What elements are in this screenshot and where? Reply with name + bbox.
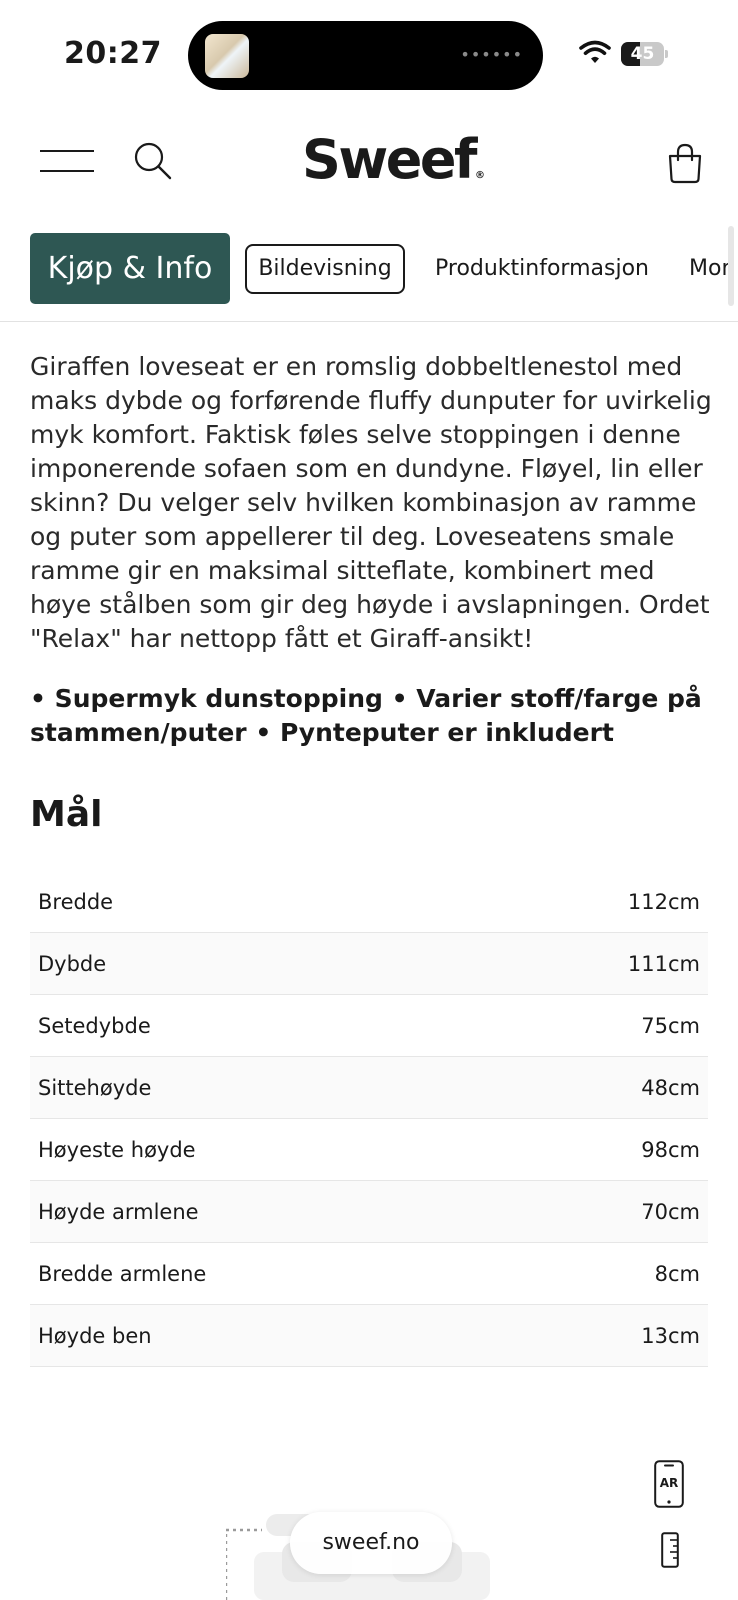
dimension-value: 70cm [641,1200,700,1224]
tab-bildevisning[interactable]: Bildevisning [245,244,405,294]
dimensions-row: Bredde armlene 8cm [30,1243,708,1305]
menu-icon[interactable] [40,150,94,172]
product-description: Giraffen loveseat er en romslig dobbeltl… [30,352,712,653]
dimension-value: 112cm [627,890,700,914]
tab-kjop-info[interactable]: Kjøp & Info [30,233,230,304]
tab-produktinformasjon[interactable]: Produktinformasjon [435,244,649,294]
dimensions-row: Høyde ben 13cm [30,1305,708,1367]
dimension-label: Sittehøyde [38,1076,152,1100]
dimension-value: 48cm [641,1076,700,1100]
dimension-label: Høyde armlene [38,1200,199,1224]
dimensions-row: Dybde 111cm [30,933,708,995]
dimensions-row: Høyde armlene 70cm [30,1181,708,1243]
sweef-logo[interactable]: Sweef® [302,128,485,191]
dimension-label: Bredde [38,890,114,914]
status-time: 20:27 [64,36,162,71]
dimension-label: Setedybde [38,1014,151,1038]
dimension-value: 111cm [627,952,700,976]
ruler-icon[interactable] [661,1532,679,1568]
dimension-label: Høyeste høyde [38,1138,196,1162]
island-thumbnail [205,34,249,78]
dimension-label: Dybde [38,952,107,976]
logo-text: Sweef [302,128,478,191]
dimensions-table: Bredde 112cm Dybde 111cm Setedybde 75cm … [30,871,708,1367]
shopping-bag-icon[interactable] [666,142,704,184]
ar-view-icon[interactable]: AR [654,1460,684,1508]
tabs-scrollbar[interactable] [728,226,734,306]
island-dots: •••••• [460,45,523,64]
battery-indicator: 45 [621,42,668,66]
battery-cap [665,50,668,58]
ar-label: AR [660,1476,679,1490]
dimension-label: Bredde armlene [38,1262,207,1286]
battery-percentage: 45 [630,44,655,64]
dimension-value: 75cm [641,1014,700,1038]
product-tabs: Kjøp & Info Bildevisning Produktinformas… [0,226,738,322]
dynamic-island: •••••• [188,21,543,90]
product-highlights: • Supermyk dunstopping • Varier stoff/fa… [30,684,702,747]
dimension-label: Høyde ben [38,1324,152,1348]
battery-body: 45 [621,42,664,66]
dimension-value: 8cm [654,1262,700,1286]
dimensions-row: Høyeste høyde 98cm [30,1119,708,1181]
dimension-value: 98cm [641,1138,700,1162]
status-bar: 20:27 •••••• 45 [0,0,738,110]
dimension-value: 13cm [641,1324,700,1348]
dimensions-row: Setedybde 75cm [30,995,708,1057]
wifi-icon [579,40,611,63]
logo-registered-mark: ® [475,170,486,181]
search-icon[interactable] [132,140,174,182]
browser-url-pill[interactable]: sweef.no [290,1512,452,1574]
dimensions-row: Bredde 112cm [30,871,708,933]
dimensions-row: Sittehøyde 48cm [30,1057,708,1119]
site-header: Sweef® [0,120,738,204]
dimensions-title: Mål [30,794,103,835]
